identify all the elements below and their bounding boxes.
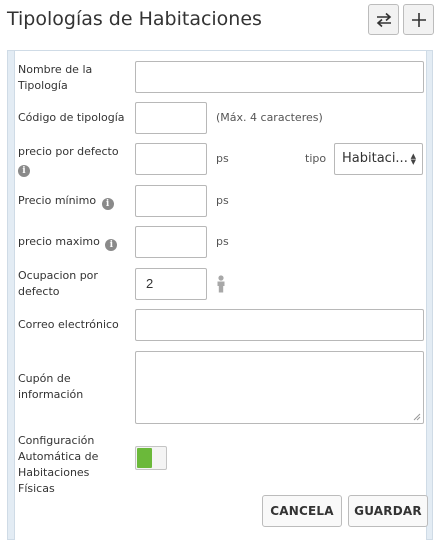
max-price-label-text: precio maximo: [18, 235, 100, 248]
voucher-label: Cupón de información: [18, 372, 84, 401]
default-price-input[interactable]: [135, 143, 207, 175]
type-label: tipo: [305, 152, 327, 165]
occupancy-label: Ocupacion por defecto: [18, 269, 98, 298]
min-price-label-text: Precio mínimo: [18, 194, 97, 207]
info-icon[interactable]: i: [105, 239, 118, 251]
code-hint: (Máx. 4 caracteres): [216, 111, 323, 124]
email-input[interactable]: [135, 309, 424, 341]
resize-grip-icon[interactable]: [413, 413, 421, 421]
default-price-label: precio por defecto i: [18, 144, 128, 177]
code-input[interactable]: [135, 102, 207, 134]
min-price-input[interactable]: [135, 185, 207, 217]
autoconfig-toggle[interactable]: [135, 446, 167, 470]
max-price-label: precio maximo i: [18, 234, 118, 251]
cancel-button[interactable]: CANCELA: [262, 495, 342, 527]
info-icon[interactable]: i: [101, 198, 114, 210]
header: Tipologías de Habitaciones: [0, 0, 440, 44]
default-price-unit: ps: [216, 152, 229, 165]
voucher-textarea[interactable]: [135, 351, 424, 424]
select-caret-icon: ▲ ▼: [410, 152, 416, 166]
info-icon[interactable]: i: [18, 165, 30, 177]
page-title: Tipologías de Habitaciones: [7, 8, 262, 30]
occupancy-input[interactable]: 2: [135, 268, 207, 300]
save-button[interactable]: GUARDAR: [348, 495, 428, 527]
type-select[interactable]: Habitaci... ▲ ▼: [334, 143, 423, 175]
code-label: Código de tipología: [18, 111, 125, 124]
autoconfig-label: Configuración Automática de Habitaciones…: [18, 434, 99, 495]
name-label: Nombre de la Tipología: [18, 63, 93, 92]
max-price-input[interactable]: [135, 226, 207, 258]
person-icon: [217, 275, 225, 293]
swap-arrows-icon: [376, 12, 392, 28]
min-price-unit: ps: [216, 194, 229, 207]
type-selected-value: Habitaci...: [342, 151, 408, 166]
min-price-label: Precio mínimo i: [18, 193, 114, 210]
toggle-on-indicator: [137, 448, 152, 468]
email-label: Correo electrónico: [18, 318, 119, 331]
name-input[interactable]: [135, 61, 424, 93]
default-price-label-text: precio por defecto: [18, 145, 119, 158]
max-price-unit: ps: [216, 235, 229, 248]
swap-button[interactable]: [368, 4, 399, 35]
add-button[interactable]: [403, 4, 434, 35]
plus-icon: [412, 13, 426, 27]
